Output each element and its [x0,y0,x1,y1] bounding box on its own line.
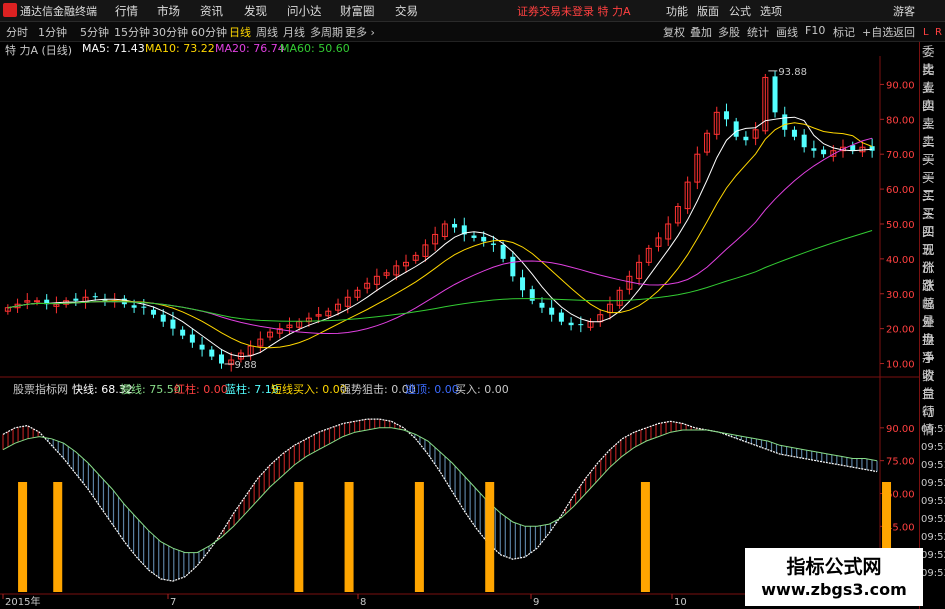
ma60-label: MA60: 50.60 [280,42,350,55]
candle-body [821,149,827,155]
date-tick-label: 9 [533,597,539,608]
red-bar-label: 红柱: 0.00 [174,383,228,396]
candle-body [791,129,797,137]
price-tick-label: 30.00 [886,290,915,301]
signal-bar [414,482,424,592]
candle-body [471,235,477,238]
candle-body [568,322,574,326]
candle-body [73,298,79,301]
candle-body [558,312,564,322]
watermark-title: 指标公式网 [786,556,882,578]
side-label-r[interactable]: R [935,24,945,42]
stock-title: 特 力A (日线) [5,44,73,57]
candle-body [199,344,205,350]
tick-time-1: 09:51 [921,442,945,453]
candle-body [180,329,186,336]
candle-body [189,334,195,343]
candle-body [151,309,157,315]
signal-bar [53,482,63,592]
date-tick-label: 7 [170,597,176,608]
candle-body [219,354,224,364]
candle-body [209,349,215,357]
candle-body [92,296,98,298]
price-tick-label: 60.00 [886,185,915,196]
watermark: 指标公式网 www.zbgs3.com [745,548,923,606]
price-tick-label: 20.00 [886,325,915,336]
ma5-line [7,116,873,358]
candle-body [490,243,496,245]
candle-body [452,223,458,228]
price-tick-label: 40.00 [886,255,915,266]
price-tick-label: 80.00 [886,115,915,126]
tick-time-0: 09:51 [921,424,945,435]
tick-time-2: 09:51 [921,460,945,471]
ma20-line [7,137,873,335]
candle-body [141,306,147,308]
escape-label: 逃顶: 0.00 [405,383,459,396]
candle-body [869,146,875,151]
price-tick-label: 10.00 [886,360,915,371]
low-annotation-label: 9.88 [235,360,257,371]
short-buy-label: 短线买入: 0.00 [271,383,347,396]
slow-line-label: 慢线: 75.50 [120,383,181,396]
candle-body [782,114,788,130]
tick-time-6: 09:52 [921,532,945,543]
tick-time-4: 09:52 [921,496,945,507]
candle-body [160,314,166,322]
price-tick-label: 90.00 [886,80,915,91]
candle-body [801,134,807,148]
candle-body [772,76,778,113]
tick-time-3: 09:52 [921,478,945,489]
quote-side-panel: L R 委比 卖五 卖四 卖三 卖二 卖一 买一 买二 买三 买四 买五 现价 … [919,27,945,609]
indicator-tick-label: 90.00 [886,424,915,435]
candle-body [549,307,555,315]
date-tick-label: 10 [674,597,687,608]
candle-body [481,236,487,242]
date-tick-label: 2015年 [5,595,40,608]
signal-bar [344,482,354,592]
candle-body [131,305,137,308]
candle-body [539,302,545,308]
signal-bar [294,482,304,592]
ma10-label: MA10: 73.22 [145,42,215,55]
high-annotation-label: 93.88 [778,67,807,78]
price-tick-label: 70.00 [886,150,915,161]
candle-body [500,244,506,259]
candle-body [170,319,176,329]
candle-body [723,111,729,120]
tick-time-5: 09:52 [921,514,945,525]
signal-bar [485,482,495,592]
candle-body [578,324,584,326]
buy-label: 买入: 0.00 [455,383,509,396]
signal-bar [18,482,28,592]
indicator-tick-label: 75.00 [886,457,915,468]
signal-bar [640,482,650,592]
indicator-name: 股票指标网 [13,383,68,396]
candle-body [811,148,817,151]
candle-body [510,256,516,277]
price-tick-label: 50.00 [886,220,915,231]
ma60-line [7,230,873,322]
kline-chart[interactable]: 90.00 80.00 70.00 60.00 50.00 40.00 30.00 20.00… [0,0,945,609]
ma20-label: MA20: 76.74 [215,42,285,55]
tick-time-7: 09:52 [921,550,945,561]
watermark-url: www.zbgs3.com [761,580,907,599]
candle-body [743,136,749,141]
ma5-label: MA5: 71.43 [82,42,145,55]
candle-body [733,121,739,137]
tick-time-8: 09:53 [921,568,945,579]
candle-body [520,277,526,291]
date-tick-label: 8 [360,597,366,608]
